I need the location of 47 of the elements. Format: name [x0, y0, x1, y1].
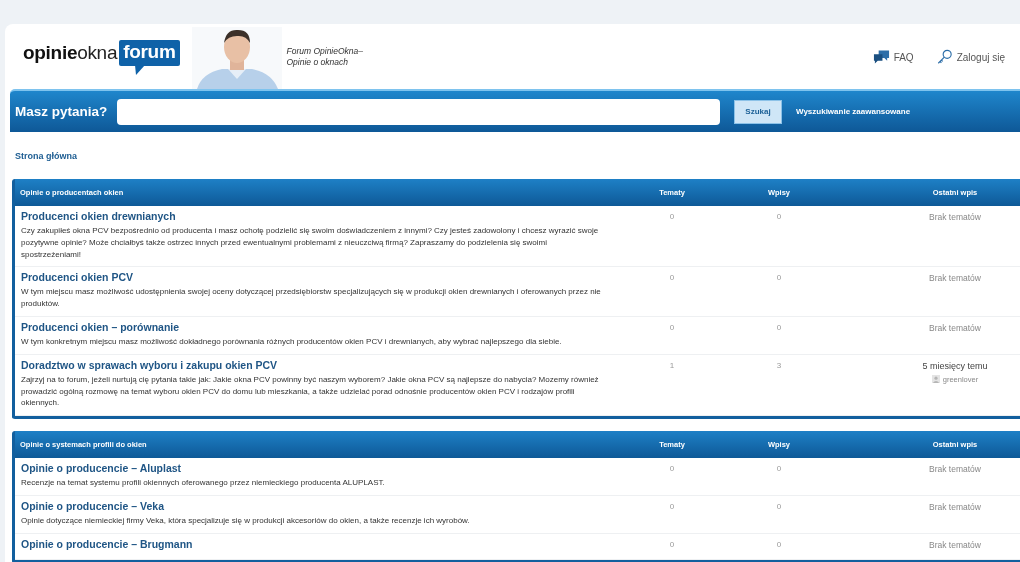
breadcrumb-link[interactable]: Strona główna	[15, 150, 77, 161]
chat-bubbles-icon	[872, 49, 890, 65]
last-post-text: Brak tematów	[929, 323, 981, 333]
forum-description: Zajrzyj na to forum, jeżeli nurtują cię pytania takie jak: Jakie okna PCV powinny być naszym wyborem? Jakie okna PCV są najlepsze do nabycia? Mozemy również prowadzić ogólną rozmowę na temat wyboru okien PCV do domu lub mieszkania, a także udzielać porad odnośnie producentów okien PCV i rodzajów profili okiennych.	[21, 373, 600, 410]
topic-count: 0	[668, 538, 676, 551]
forum-title[interactable]: Producenci okien PCV	[21, 271, 612, 284]
forum-description: W tym miejscu masz możliwość udostępnienia swojej oceny dotyczącej przedsiębiorstw specjalizujących się w produkcji okien drewnianych i oferowanych przez nie produktów.	[21, 286, 602, 310]
post-count: 0	[775, 463, 783, 476]
forum-description: Czy zakupiłeś okna PCV bezpośrednio od producenta i masz ochotę podzielić się swoim doświadczeniem z innymi? Czy jesteś zadowolony i chcesz wyrazić swoje pozytywne opinie? Może chciałbyś także ostrzec innych przed ewentualnymi problemami z nieuczciwą firmą? Zapraszamy do podzielenia się swoimi spostrzeżeniami!	[21, 225, 600, 261]
forum-title[interactable]: Producenci okien drewnianych	[21, 210, 612, 222]
topic-count: 0	[668, 322, 676, 334]
topic-count: 0	[668, 500, 676, 513]
forum-description: W tym konkretnym miejscu masz możliwość dokładnego porównania różnych producentów okien PCV i drewnianych, aby wybrać najlepszego dla siebie.	[21, 336, 563, 348]
topic-count: 1	[668, 359, 676, 372]
site-tagline: Forum OpinieOkna–	[286, 46, 364, 57]
search-button[interactable]: Szukaj	[734, 99, 782, 124]
last-post-text: Brak tematów	[929, 273, 981, 284]
topic-count: 0	[668, 211, 676, 223]
forum-title[interactable]: Doradztwo w sprawach wyboru i zakupu okien PCV	[21, 358, 612, 371]
forum-title[interactable]: Producenci okien – porównanie	[21, 321, 612, 333]
site-tagline: Opinie o oknach	[286, 57, 349, 68]
search-field[interactable]	[117, 98, 720, 125]
post-count: 0	[775, 538, 783, 551]
header-link[interactable]: FAQ	[872, 49, 914, 65]
post-count: 0	[775, 272, 783, 285]
post-count: 0	[775, 211, 783, 223]
post-count: 3	[775, 359, 783, 372]
key-icon	[935, 49, 953, 65]
forum-description: Recenzje na temat systemu profili okiennych oferowanego przez niemieckiego producenta ALUPLAST.	[21, 477, 386, 489]
post-count: 0	[775, 322, 783, 334]
header-link[interactable]: Zaloguj się	[935, 49, 1005, 65]
last-post-text: Brak tematów	[929, 539, 981, 550]
last-post-text: Brak tematów	[929, 501, 981, 512]
advanced-search-link[interactable]: Wyszukiwanie zaawansowane	[796, 107, 911, 116]
site-logo[interactable]: opinieokna forum	[23, 40, 180, 76]
last-post-text: Brak tematów	[929, 212, 981, 222]
forum-title[interactable]: Opinie o producencie – Brugmann	[21, 537, 612, 550]
post-count: 0	[775, 500, 783, 513]
last-post-text: Brak tematów	[929, 464, 981, 475]
forum-title[interactable]: Opinie o producencie – Aluplast	[21, 462, 612, 475]
search-label: Masz pytania?	[15, 104, 109, 119]
forum-title[interactable]: Opinie o producencie – Veka	[21, 499, 612, 512]
forum-description: Opinie dotyczące niemieckiej firmy Veka, która specjalizuje się w produkcji akcesoriów do okien, a także recenzje ich wyrobów.	[21, 514, 471, 527]
topic-count: 0	[668, 272, 676, 285]
topic-count: 0	[668, 463, 676, 476]
avatar-icon	[931, 375, 940, 384]
last-post-text: 5 miesięcy temu	[922, 360, 988, 371]
